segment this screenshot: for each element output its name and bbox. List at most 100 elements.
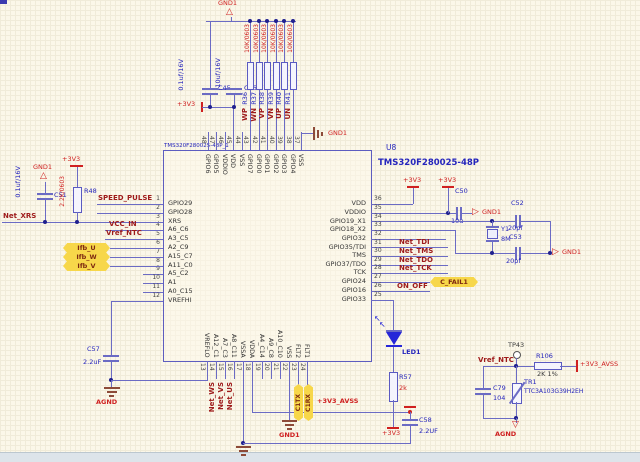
capacitor-c58[interactable] xyxy=(402,419,418,421)
resistor-r48[interactable] xyxy=(73,187,82,213)
crystal-y1[interactable] xyxy=(487,229,498,239)
pin-num: 30 xyxy=(374,247,382,254)
power-bar xyxy=(442,186,454,188)
pin-name: VDD xyxy=(351,199,366,207)
agnd-symbol xyxy=(104,387,120,389)
wire xyxy=(391,230,455,231)
power-bar xyxy=(407,186,419,188)
resistor-r39[interactable] xyxy=(273,62,280,90)
wire xyxy=(455,253,515,254)
led1-cathode[interactable] xyxy=(386,345,402,347)
pin-num: 19 xyxy=(254,363,261,371)
pin-num: 36 xyxy=(374,195,382,202)
c57-value: 2.2uF xyxy=(83,358,102,366)
r40-ref: R40 xyxy=(275,92,283,105)
wire xyxy=(77,167,78,187)
junction-dot xyxy=(248,19,252,23)
net-label-tms[interactable]: Net_TMS xyxy=(399,247,433,256)
net-label-vn[interactable]: VN xyxy=(267,108,275,119)
net-label-tck[interactable]: Net_TCK xyxy=(399,264,432,273)
capacitor-c57[interactable] xyxy=(103,355,119,357)
r37-value: 10K/0603 xyxy=(253,24,260,53)
harness-tag-c-fail1[interactable]: C_FAIL1 xyxy=(430,277,478,287)
harness-tag-ifb-v[interactable]: Ifb_V xyxy=(63,261,110,271)
capacitor-c51[interactable] xyxy=(37,193,53,195)
net-label-speed-pulse[interactable]: SPEED_PULSE xyxy=(98,194,152,203)
pin-name: A9_C8 xyxy=(267,338,274,358)
net-label-on-off[interactable]: ON_OFF xyxy=(397,282,428,291)
capacitor-c46[interactable] xyxy=(226,88,242,90)
resistor-r40[interactable] xyxy=(281,62,288,90)
led1-triangle[interactable] xyxy=(386,332,402,345)
resistor-r41[interactable] xyxy=(290,62,297,90)
wire xyxy=(45,182,46,193)
resistor-r106[interactable] xyxy=(534,362,562,370)
pin-18[interactable] xyxy=(252,361,253,379)
net-label-wp[interactable]: WP xyxy=(241,108,249,121)
v33-port-label: +3V3 xyxy=(62,155,81,163)
pin-num: 46 xyxy=(217,136,224,144)
resistor-r37[interactable] xyxy=(256,62,263,90)
agnd-arrow-icon: ▽ xyxy=(512,420,519,430)
v33-port-label: +3V3 xyxy=(177,100,196,108)
net-label-vref-ntc[interactable]: Vref_NTC xyxy=(478,356,514,365)
r40-value: 10K/0603 xyxy=(278,24,285,53)
ic-part-number: TMS320F280025-48P xyxy=(378,158,479,168)
pin-name: VREFLO xyxy=(203,333,210,358)
net-label-ws[interactable]: Net_WS xyxy=(208,382,216,412)
pin-num: 2 xyxy=(156,204,160,211)
net-label-vs[interactable]: Net_VS xyxy=(217,382,225,410)
r37-ref: R37 xyxy=(250,92,258,105)
net-label-vcc-in[interactable]: VCC_IN xyxy=(109,220,137,229)
pin-num: 6 xyxy=(156,239,160,246)
capacitor-c45[interactable] xyxy=(202,88,218,90)
resistor-r36[interactable] xyxy=(247,62,254,90)
wire xyxy=(521,221,550,222)
wire xyxy=(207,379,208,381)
wire xyxy=(483,395,484,418)
pin-num: 44 xyxy=(234,136,241,144)
net-label-vref-ntc[interactable]: Vref_NTC xyxy=(106,229,142,238)
harness-tag-c1rx[interactable]: C1RX xyxy=(304,384,313,421)
agnd-symbol xyxy=(107,391,117,393)
pin-num: 43 xyxy=(242,136,249,144)
pin-name: VDDA xyxy=(248,339,255,358)
crystal-y1[interactable] xyxy=(486,226,499,228)
net-label-up[interactable]: UP xyxy=(275,108,283,119)
gnd-arrow-icon: △ xyxy=(226,7,233,17)
capacitor-c79[interactable] xyxy=(475,388,491,390)
net-label-wn[interactable]: WN xyxy=(250,108,258,122)
pin-37[interactable] xyxy=(301,132,302,150)
wire xyxy=(410,412,411,419)
net-label-us[interactable]: Net_US xyxy=(226,382,234,410)
testpoint-tp43[interactable] xyxy=(513,351,521,359)
harness-tag-ifb-w[interactable]: Ifb_W xyxy=(63,252,110,262)
resistor-r38[interactable] xyxy=(264,62,271,90)
gnd-symbol xyxy=(239,450,248,452)
pin-name: GPIO37/TDO xyxy=(325,260,366,268)
gnd-symbol xyxy=(236,446,251,448)
pin-24[interactable] xyxy=(307,361,308,379)
net-label-un[interactable]: UN xyxy=(284,108,292,120)
net-label-xrs[interactable]: Net_XRS xyxy=(3,212,36,221)
pin-num: 5 xyxy=(156,230,160,237)
junction-dot xyxy=(43,220,47,224)
led-emission-arrow-icon: ↖ xyxy=(379,320,386,329)
net-label-vp[interactable]: VP xyxy=(258,108,266,119)
pin-num: 14 xyxy=(208,363,215,371)
wire xyxy=(393,347,394,372)
resistor-r57[interactable] xyxy=(389,372,398,402)
gnd-label: GND1 xyxy=(279,431,300,439)
wire xyxy=(483,366,534,367)
pin-name: A3_C5 xyxy=(168,234,189,242)
pin-name: GPIO18_X2 xyxy=(329,225,366,233)
harness-tag-ifb-u[interactable]: Ifb_U xyxy=(63,243,110,253)
pin-num: 3 xyxy=(156,213,160,220)
c51-value: 0.1uf/16V xyxy=(14,166,22,198)
junction-dot xyxy=(274,19,278,23)
pin-name: A1 xyxy=(168,278,177,286)
net-label-tdi[interactable]: Net_TDI xyxy=(399,238,430,247)
harness-tag-c1tx[interactable]: C1TX xyxy=(294,384,303,421)
wire xyxy=(243,379,244,443)
wire xyxy=(97,213,163,214)
